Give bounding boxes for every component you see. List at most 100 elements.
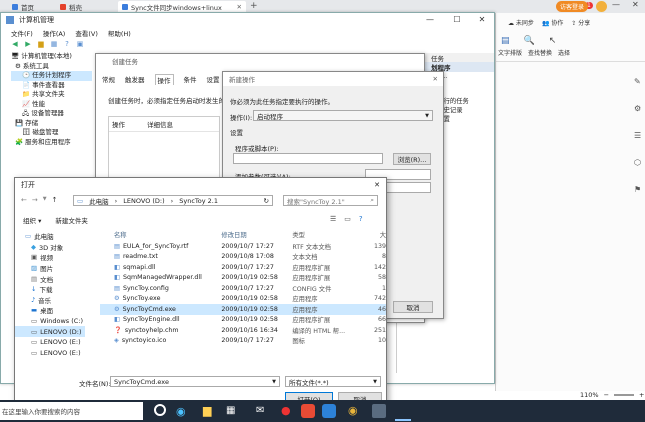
address-bar[interactable]: ▭ 此电脑 › LENOVO (D:) › SyncToy 2.1 ↻: [73, 195, 273, 206]
taskbar-store-icon[interactable]: ▦: [226, 405, 235, 416]
find-replace-icon[interactable]: 🔍: [524, 36, 535, 46]
chevron-down-icon[interactable]: ▼: [272, 379, 276, 385]
nav-item[interactable]: ▭ LENOVO (E:): [15, 348, 85, 359]
nav-item[interactable]: ▤ 文档: [15, 273, 85, 284]
file-row[interactable]: ◧ SqmManagedWrapper.dll 2009/10/19 02:58 应用…: [100, 273, 386, 284]
up-arrow-icon[interactable]: ↑: [52, 196, 58, 204]
find-replace-label[interactable]: 查找替换: [528, 48, 552, 57]
menu-action[interactable]: 操作(A): [43, 28, 66, 38]
zoom-level[interactable]: 110%: [580, 391, 599, 399]
taskbar-search-box[interactable]: 在这里输入你要搜索的内容: [0, 402, 143, 420]
col-type[interactable]: 类型: [292, 230, 366, 239]
taskbar-browser-icon[interactable]: ●: [281, 404, 291, 417]
tree-item[interactable]: 📈 性能: [11, 100, 72, 110]
side-tool-icon[interactable]: ✎: [634, 77, 641, 86]
tree-item[interactable]: ⚙ 系统工具: [11, 62, 72, 72]
menu-file[interactable]: 文件(F): [11, 28, 33, 38]
new-folder-button[interactable]: 新建文件夹: [55, 215, 88, 225]
chevron-down-icon[interactable]: ▼: [43, 196, 47, 204]
nav-item[interactable]: ◆ 3D 对象: [15, 242, 85, 253]
view-mode-icon[interactable]: ☰: [330, 215, 336, 223]
file-row[interactable]: ◈ synctoyico.ico 2009/10/7 17:27 图标 10: [100, 336, 386, 347]
tab-actions[interactable]: 操作: [154, 74, 174, 85]
menu-view[interactable]: 查看(V): [75, 28, 98, 38]
tree-item-task-scheduler[interactable]: 🕒 任务计划程序: [11, 71, 92, 81]
file-row[interactable]: ⚙ SyncToyCmd.exe 2009/10/19 02:58 应用程序 46: [100, 304, 386, 315]
taskbar-explorer-icon[interactable]: ▆: [203, 404, 211, 417]
nav-item[interactable]: ▭ LENOVO (E:): [15, 337, 85, 348]
program-input[interactable]: [233, 153, 383, 164]
cm-minimize-icon[interactable]: —: [421, 13, 439, 27]
file-row[interactable]: ◧ SyncToyEngine.dll 2009/10/19 02:58 应用程序扩展…: [100, 315, 386, 326]
taskbar-app-icon[interactable]: [322, 404, 336, 418]
nav-item-selected[interactable]: ▭ LENOVO (D:): [15, 326, 85, 337]
properties-icon[interactable]: ▣: [76, 40, 84, 48]
preview-pane-icon[interactable]: ▭: [344, 215, 351, 223]
guest-login-button[interactable]: 访客登录: [556, 1, 589, 12]
typeset-label[interactable]: 文字排版: [498, 48, 522, 57]
side-tool-icon[interactable]: ⚑: [634, 185, 641, 194]
collab-button[interactable]: 👥 协作: [542, 18, 563, 27]
tree-item[interactable]: 📁 共享文件夹: [11, 90, 72, 100]
nav-item[interactable]: ▭ Windows (C:): [15, 316, 85, 327]
col-name[interactable]: 名称: [100, 230, 221, 239]
col-size[interactable]: 大: [366, 230, 386, 239]
file-row[interactable]: ❓ synctoyhelp.chm 2009/10/16 16:34 编译的 HTML…: [100, 325, 386, 336]
tab-general[interactable]: 常规: [102, 74, 115, 85]
col-date[interactable]: 修改日期: [221, 230, 292, 239]
side-tool-icon[interactable]: ☰: [634, 131, 641, 140]
zoom-out-button[interactable]: −: [604, 391, 609, 399]
nav-item[interactable]: ♪ 音乐: [15, 295, 85, 306]
action-type-select[interactable]: 启动程序 ▼: [253, 110, 433, 121]
tree-item[interactable]: 🗄 磁盘管理: [11, 128, 72, 138]
tab-settings[interactable]: 设置: [207, 74, 220, 85]
tree-item[interactable]: 🖥 计算机管理(本地): [11, 52, 72, 62]
select-label[interactable]: 选择: [558, 48, 570, 57]
tree-item[interactable]: 🧩 服务和应用程序: [11, 138, 72, 148]
file-row[interactable]: ▤ readme.txt 2009/10/8 17:08 文本文档 8: [100, 252, 386, 263]
select-icon[interactable]: ↖: [549, 36, 557, 46]
new-tab-button[interactable]: +: [250, 1, 258, 11]
new-action-cancel-button[interactable]: 取消: [393, 301, 433, 313]
tab-conditions[interactable]: 条件: [184, 74, 197, 85]
breadcrumb-item[interactable]: 此电脑: [89, 196, 109, 206]
back-arrow-icon[interactable]: ←: [21, 196, 27, 204]
nav-item[interactable]: ▨ 图片: [15, 263, 85, 274]
tree-item[interactable]: 💾 存储: [11, 119, 72, 129]
new-action-close-icon[interactable]: ✕: [433, 75, 438, 83]
forward-arrow-icon[interactable]: →: [32, 196, 38, 204]
col-detail[interactable]: 详细信息: [147, 119, 173, 129]
help-icon[interactable]: ?: [63, 40, 71, 48]
file-row[interactable]: ▤ SyncToy.config 2009/10/7 17:27 CONFIG 文件 1: [100, 283, 386, 294]
breadcrumb-item[interactable]: LENOVO (D:): [123, 197, 164, 205]
filetype-select[interactable]: 所有文件(*.*) ▼: [285, 376, 381, 387]
side-tool-icon[interactable]: ⚙: [634, 104, 641, 113]
browse-button[interactable]: 浏览(R)...: [393, 153, 431, 165]
back-icon[interactable]: ◀: [11, 40, 19, 48]
show-tree-icon[interactable]: ▦: [50, 40, 58, 48]
breadcrumb-item[interactable]: SyncToy 2.1: [179, 197, 218, 205]
help-icon[interactable]: ?: [359, 215, 363, 223]
nav-item[interactable]: ▣ 视频: [15, 252, 85, 263]
organize-button[interactable]: 组织 ▾: [23, 215, 41, 225]
search-input[interactable]: 搜索"SyncToy 2.1" ⌕: [283, 195, 378, 206]
user-avatar[interactable]: [596, 1, 607, 12]
refresh-icon[interactable]: ↻: [264, 197, 269, 205]
unsynced-button[interactable]: ☁ 未同步: [508, 18, 534, 27]
tab-triggers[interactable]: 触发器: [125, 74, 145, 85]
nav-item[interactable]: ▬ 桌面: [15, 305, 85, 316]
file-row[interactable]: ⚙ SyncToy.exe 2009/10/19 02:58 应用程序 742: [100, 294, 386, 305]
window-minimize-icon[interactable]: —: [612, 0, 620, 9]
typeset-icon[interactable]: ▤: [501, 36, 510, 46]
file-row[interactable]: ◧ sqmapi.dll 2009/10/7 17:27 应用程序扩展 142: [100, 262, 386, 273]
side-tool-icon[interactable]: ⬡: [634, 158, 641, 167]
tree-item[interactable]: 📄 事件查看器: [11, 81, 72, 91]
window-close-icon[interactable]: ✕: [632, 0, 639, 9]
col-action[interactable]: 操作: [112, 119, 125, 129]
share-button[interactable]: ⇪ 分享: [571, 18, 590, 27]
nav-item-this-pc[interactable]: ▭ 此电脑: [15, 231, 85, 242]
taskbar-edge-icon[interactable]: ◉: [176, 405, 186, 418]
tree-item[interactable]: 🖧 设备管理器: [11, 109, 72, 119]
taskbar-mail-icon[interactable]: ✉: [256, 405, 264, 416]
up-folder-icon[interactable]: ▆: [37, 40, 45, 48]
